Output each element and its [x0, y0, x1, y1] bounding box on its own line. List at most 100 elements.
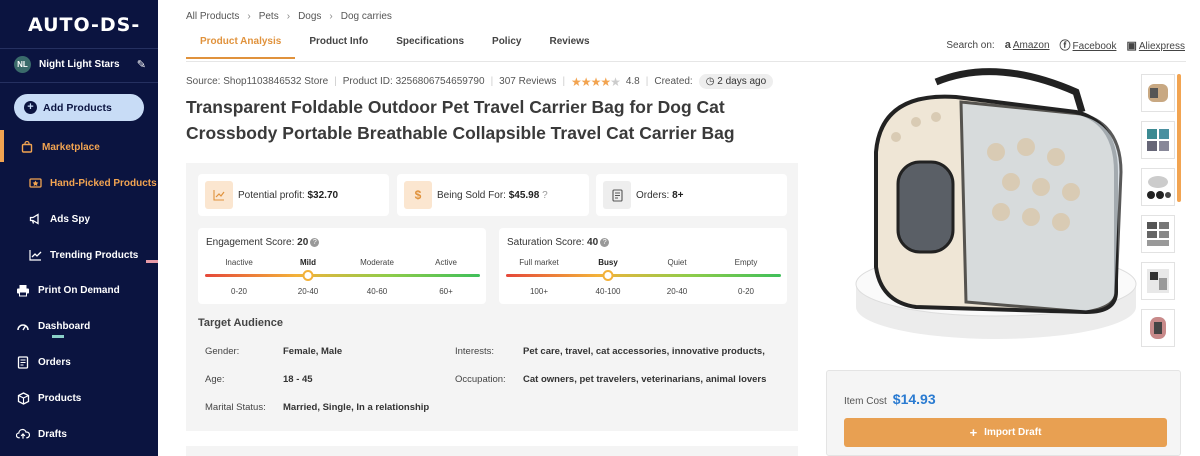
sold-label: Being Sold For: — [437, 189, 506, 201]
sidebar-item-label: Trending Products — [50, 249, 139, 261]
thumbnail[interactable] — [1141, 309, 1175, 347]
thumbnail[interactable] — [1141, 168, 1175, 206]
sidebar-item-trending[interactable]: Trending Products — [28, 248, 138, 262]
sidebar-item-print-on-demand[interactable]: Print On Demand — [16, 283, 120, 297]
next-panel — [186, 446, 798, 456]
sidebar-item-label: Dashboard — [38, 320, 91, 332]
sidebar-item-dashboard[interactable]: Dashboard — [16, 319, 90, 333]
sidebar-item-ads-spy[interactable]: Ads Spy — [28, 212, 90, 226]
sidebar-item-marketplace[interactable]: Marketplace — [20, 140, 100, 154]
engagement-indicator — [302, 270, 314, 281]
receipt-icon — [603, 181, 631, 209]
age-value: 18 - 45 — [283, 374, 313, 385]
pencil-icon[interactable]: ✎ — [137, 58, 146, 71]
gauge-icon — [16, 319, 30, 333]
sidebar-item-drafts[interactable]: Drafts — [16, 427, 67, 441]
saturation-level: Full market — [519, 258, 559, 267]
aliexpress-link[interactable]: Aliexpress — [1139, 41, 1185, 52]
engagement-level: Mild — [300, 258, 316, 267]
thumbnail-scrollbar[interactable] — [1177, 74, 1181, 202]
orders-card: Orders: 8+ — [596, 174, 787, 216]
profit-label: Potential profit: — [238, 189, 305, 201]
chevron-right-icon: › — [329, 11, 333, 22]
gender-label: Gender: — [205, 346, 240, 357]
printer-icon — [16, 283, 30, 297]
product-meta: Source: Shop1103846532 Store | Product I… — [186, 74, 774, 89]
search-on: Search on: a Amazon ⓕ Facebook ▣ Aliexpress — [946, 37, 1185, 53]
meta-divider: | — [645, 76, 649, 87]
breadcrumb-item[interactable]: Pets — [259, 11, 279, 22]
source-store[interactable]: Source: Shop1103846532 Store — [186, 76, 328, 87]
tab-reviews[interactable]: Reviews — [536, 36, 604, 59]
trend-icon — [28, 248, 42, 262]
created-chip: ◷ 2 days ago — [698, 74, 774, 89]
thumbnail[interactable] — [1141, 121, 1175, 159]
sidebar-item-label: Marketplace — [42, 141, 100, 153]
sidebar: AUTO-DS- NL Night Light Stars ✎ + Add Pr… — [0, 0, 158, 456]
thumbnail-strip — [1141, 74, 1175, 356]
facebook-icon: ⓕ — [1059, 40, 1071, 52]
breadcrumb-item[interactable]: All Products — [186, 11, 239, 22]
meta-divider: | — [562, 76, 566, 87]
clock-icon: ◷ — [705, 76, 715, 87]
saturation-range: 100+ — [529, 287, 549, 296]
age-label: Age: — [205, 374, 225, 385]
sidebar-item-label: Hand-Picked Products — [50, 177, 157, 189]
main-content: All Products › Pets › Dogs › Dog carries Pr… — [158, 0, 1200, 456]
saturation-range: 40-100 — [595, 287, 621, 296]
saturation-level: Quiet — [667, 258, 687, 267]
tab-product-info[interactable]: Product Info — [295, 36, 382, 59]
breadcrumb-item[interactable]: Dogs — [298, 11, 321, 22]
product-id: Product ID: 3256806754659790 — [342, 76, 485, 87]
add-products-label: Add Products — [43, 101, 112, 114]
tab-policy[interactable]: Policy — [478, 36, 535, 59]
orders-value: 8+ — [672, 189, 684, 201]
meta-divider: | — [334, 76, 337, 87]
engagement-gradient-bar — [205, 274, 480, 277]
interests-label: Interests: — [455, 346, 495, 357]
aliexpress-icon: ▣ — [1126, 39, 1137, 52]
sold-for-card: $ Being Sold For: $45.98 ? — [397, 174, 589, 216]
reviews-count[interactable]: 307 Reviews — [499, 76, 556, 87]
sidebar-item-orders[interactable]: Orders — [16, 355, 71, 369]
import-draft-button[interactable]: + Import Draft — [844, 418, 1167, 447]
chart-line-icon — [205, 181, 233, 209]
help-icon[interactable]: ? — [600, 238, 610, 247]
import-draft-label: Import Draft — [984, 427, 1042, 438]
search-on-label: Search on: — [946, 39, 995, 51]
occupation-label: Occupation: — [455, 374, 506, 385]
orders-icon — [16, 355, 30, 369]
engagement-range: 60+ — [439, 287, 453, 296]
active-indicator — [0, 130, 4, 162]
rating-stars: ★★★★★ — [571, 74, 621, 89]
sold-value: $45.98 — [508, 189, 540, 201]
breadcrumb: All Products › Pets › Dogs › Dog carries — [186, 11, 392, 22]
amazon-link[interactable]: Amazon — [1013, 40, 1050, 51]
engagement-level: Moderate — [360, 258, 394, 267]
thumbnail[interactable] — [1141, 262, 1175, 300]
help-icon[interactable]: ? — [310, 238, 320, 247]
breadcrumb-item[interactable]: Dog carries — [341, 11, 392, 22]
engagement-range: 0-20 — [230, 287, 248, 296]
tab-bar: Product Analysis Product Info Specificat… — [186, 36, 604, 59]
thumbnail[interactable] — [1141, 74, 1175, 112]
store-switcher[interactable]: NL Night Light Stars ✎ — [14, 56, 146, 73]
meta-divider: | — [490, 76, 494, 87]
sidebar-item-hand-picked[interactable]: Hand-Picked Products — [28, 176, 157, 190]
product-image[interactable] — [826, 62, 1166, 362]
store-name: Night Light Stars — [39, 59, 120, 70]
sidebar-item-label: Print On Demand — [38, 284, 120, 296]
tab-product-analysis[interactable]: Product Analysis — [186, 36, 296, 59]
scroll-marker — [146, 260, 158, 263]
box-icon — [16, 391, 30, 405]
sidebar-divider — [0, 48, 158, 49]
add-products-button[interactable]: + Add Products — [14, 94, 144, 121]
saturation-label: Saturation Score: — [507, 237, 585, 248]
tab-specifications[interactable]: Specifications — [382, 36, 478, 59]
help-icon[interactable]: ? — [542, 190, 548, 201]
facebook-link[interactable]: Facebook — [1073, 41, 1117, 52]
item-cost-label: Item Cost — [844, 396, 887, 407]
sidebar-item-products[interactable]: Products — [16, 391, 81, 405]
rating-value: 4.8 — [625, 76, 640, 87]
thumbnail[interactable] — [1141, 215, 1175, 253]
